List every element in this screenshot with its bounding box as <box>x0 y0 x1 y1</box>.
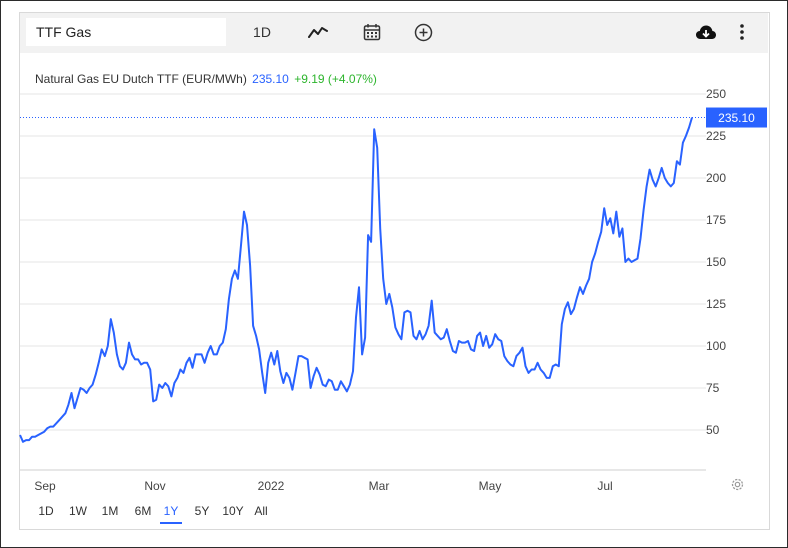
x-tick-label: 2022 <box>258 479 285 493</box>
range-button-all[interactable]: All <box>250 500 272 522</box>
x-tick-label: Nov <box>144 479 165 493</box>
grid-lines <box>20 93 706 431</box>
range-button-1m[interactable]: 1M <box>95 500 125 522</box>
y-tick-label: 250 <box>706 87 726 101</box>
x-tick-label: Sep <box>34 479 56 493</box>
last-price-tag-label: 235.10 <box>718 111 755 125</box>
y-tick-label: 150 <box>706 255 726 269</box>
range-button-5y[interactable]: 5Y <box>188 500 216 522</box>
x-tick-label: Mar <box>369 479 390 493</box>
x-tick-label: May <box>479 479 502 493</box>
x-axis: Sep Nov 2022 Mar May Jul <box>20 469 706 493</box>
settings-gear-icon[interactable] <box>727 474 747 494</box>
y-tick-label: 125 <box>706 297 726 311</box>
y-tick-label: 225 <box>706 129 726 143</box>
y-tick-label: 175 <box>706 213 726 227</box>
range-button-10y[interactable]: 10Y <box>216 500 250 522</box>
range-button-6m[interactable]: 6M <box>128 500 158 522</box>
y-axis: 50 75 100 125 150 175 200 225 250 <box>706 87 726 437</box>
x-tick-label: Jul <box>597 479 612 493</box>
y-tick-label: 50 <box>706 423 720 437</box>
range-button-1y[interactable]: 1Y <box>160 500 182 524</box>
y-tick-label: 100 <box>706 339 726 353</box>
price-tag-layer: 235.10 <box>20 107 767 128</box>
y-tick-label: 200 <box>706 171 726 185</box>
range-button-1w[interactable]: 1W <box>62 500 94 522</box>
series-layer <box>19 117 693 443</box>
range-button-1d[interactable]: 1D <box>30 500 62 522</box>
y-tick-label: 75 <box>706 381 720 395</box>
price-chart: Sep Nov 2022 Mar May Jul 50 75 100 125 150 175 200 2… <box>19 87 767 493</box>
price-line <box>19 117 693 443</box>
